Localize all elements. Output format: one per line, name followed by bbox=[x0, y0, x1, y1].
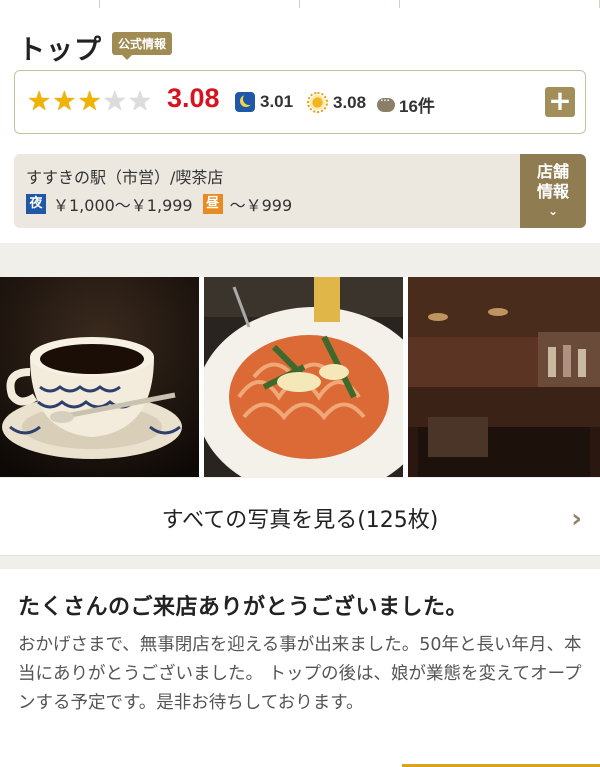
price-range-row: 夜 ￥1,000～￥1,999 昼 ～￥999 bbox=[26, 192, 292, 216]
star-filled-icon: ★ bbox=[52, 86, 77, 117]
title-row: トップ 公式情報 bbox=[18, 28, 173, 67]
night-tag: 夜 bbox=[26, 194, 46, 214]
star-filled-icon: ★ bbox=[77, 86, 102, 117]
cafe-interior-image bbox=[408, 277, 600, 477]
store-info-button[interactable]: 店舗 情報 ⌄ bbox=[520, 154, 586, 228]
star-empty-icon: ★ bbox=[102, 86, 127, 117]
store-button-line2: 情報 bbox=[536, 182, 569, 201]
tab-divider bbox=[400, 0, 600, 8]
notice-body: おかげさまで、無事閉店を迎える事が出来ました。50年と長い年月、本当にありがとう… bbox=[18, 635, 582, 713]
photo-coffee-cup[interactable] bbox=[0, 277, 199, 477]
tab-divider bbox=[0, 0, 100, 8]
restaurant-header: トップ 公式情報 ★ ★ ★ ★ ★ 3.08 3.01 3.08 16件 + … bbox=[0, 8, 600, 243]
location-genre: すすきの駅（市営）/喫茶店 bbox=[26, 168, 224, 187]
day-score-group: 3.08 bbox=[307, 92, 366, 113]
tab-divider bbox=[100, 0, 300, 8]
rating-box: ★ ★ ★ ★ ★ 3.08 3.01 3.08 16件 + bbox=[14, 70, 586, 134]
chevron-down-icon: ⌄ bbox=[547, 204, 559, 218]
night-score-group: 3.01 bbox=[235, 92, 293, 112]
night-price: ￥1,000～￥1,999 bbox=[53, 196, 193, 215]
top-tab-strip bbox=[0, 0, 600, 8]
moon-icon bbox=[235, 92, 255, 112]
day-tag: 昼 bbox=[202, 194, 223, 214]
overall-score: 3.08 bbox=[167, 83, 220, 113]
add-bookmark-button[interactable]: + bbox=[545, 87, 575, 117]
store-button-line1: 店舗 bbox=[536, 162, 569, 181]
view-all-photos-link[interactable]: すべての写真を見る(125枚) › bbox=[0, 478, 600, 556]
review-count-group[interactable]: 16件 bbox=[377, 92, 435, 117]
notice-title: たくさんのご来店ありがとうございました。 bbox=[18, 595, 469, 620]
review-count: 16件 bbox=[399, 97, 435, 116]
night-score: 3.01 bbox=[260, 92, 294, 111]
day-price: ～￥999 bbox=[229, 196, 293, 215]
day-score: 3.08 bbox=[333, 92, 367, 112]
star-rating: ★ ★ ★ ★ ★ bbox=[27, 87, 153, 117]
view-all-photos-label: すべての写真を見る(125枚) bbox=[161, 508, 439, 533]
coffee-cup-image bbox=[0, 277, 199, 477]
page-title: トップ bbox=[18, 35, 102, 66]
tab-divider bbox=[300, 0, 400, 8]
official-info-badge[interactable]: 公式情報 bbox=[112, 32, 173, 60]
closure-notice: たくさんのご来店ありがとうございました。 おかげさまで、無事閉店を迎える事が出来… bbox=[0, 569, 600, 759]
photo-spaghetti[interactable] bbox=[204, 277, 403, 477]
photo-gallery bbox=[0, 277, 600, 477]
bottom-tab-strip bbox=[0, 759, 600, 767]
chevron-right-icon: › bbox=[571, 504, 582, 534]
store-summary: すすきの駅（市営）/喫茶店 夜 ￥1,000～￥1,999 昼 ～￥999 店舗… bbox=[14, 154, 586, 228]
comment-bubble-icon bbox=[377, 93, 395, 112]
spaghetti-image bbox=[204, 277, 403, 477]
photo-interior[interactable] bbox=[408, 277, 600, 477]
sun-icon bbox=[307, 92, 328, 113]
star-empty-icon: ★ bbox=[127, 86, 153, 117]
star-filled-icon: ★ bbox=[27, 86, 52, 117]
